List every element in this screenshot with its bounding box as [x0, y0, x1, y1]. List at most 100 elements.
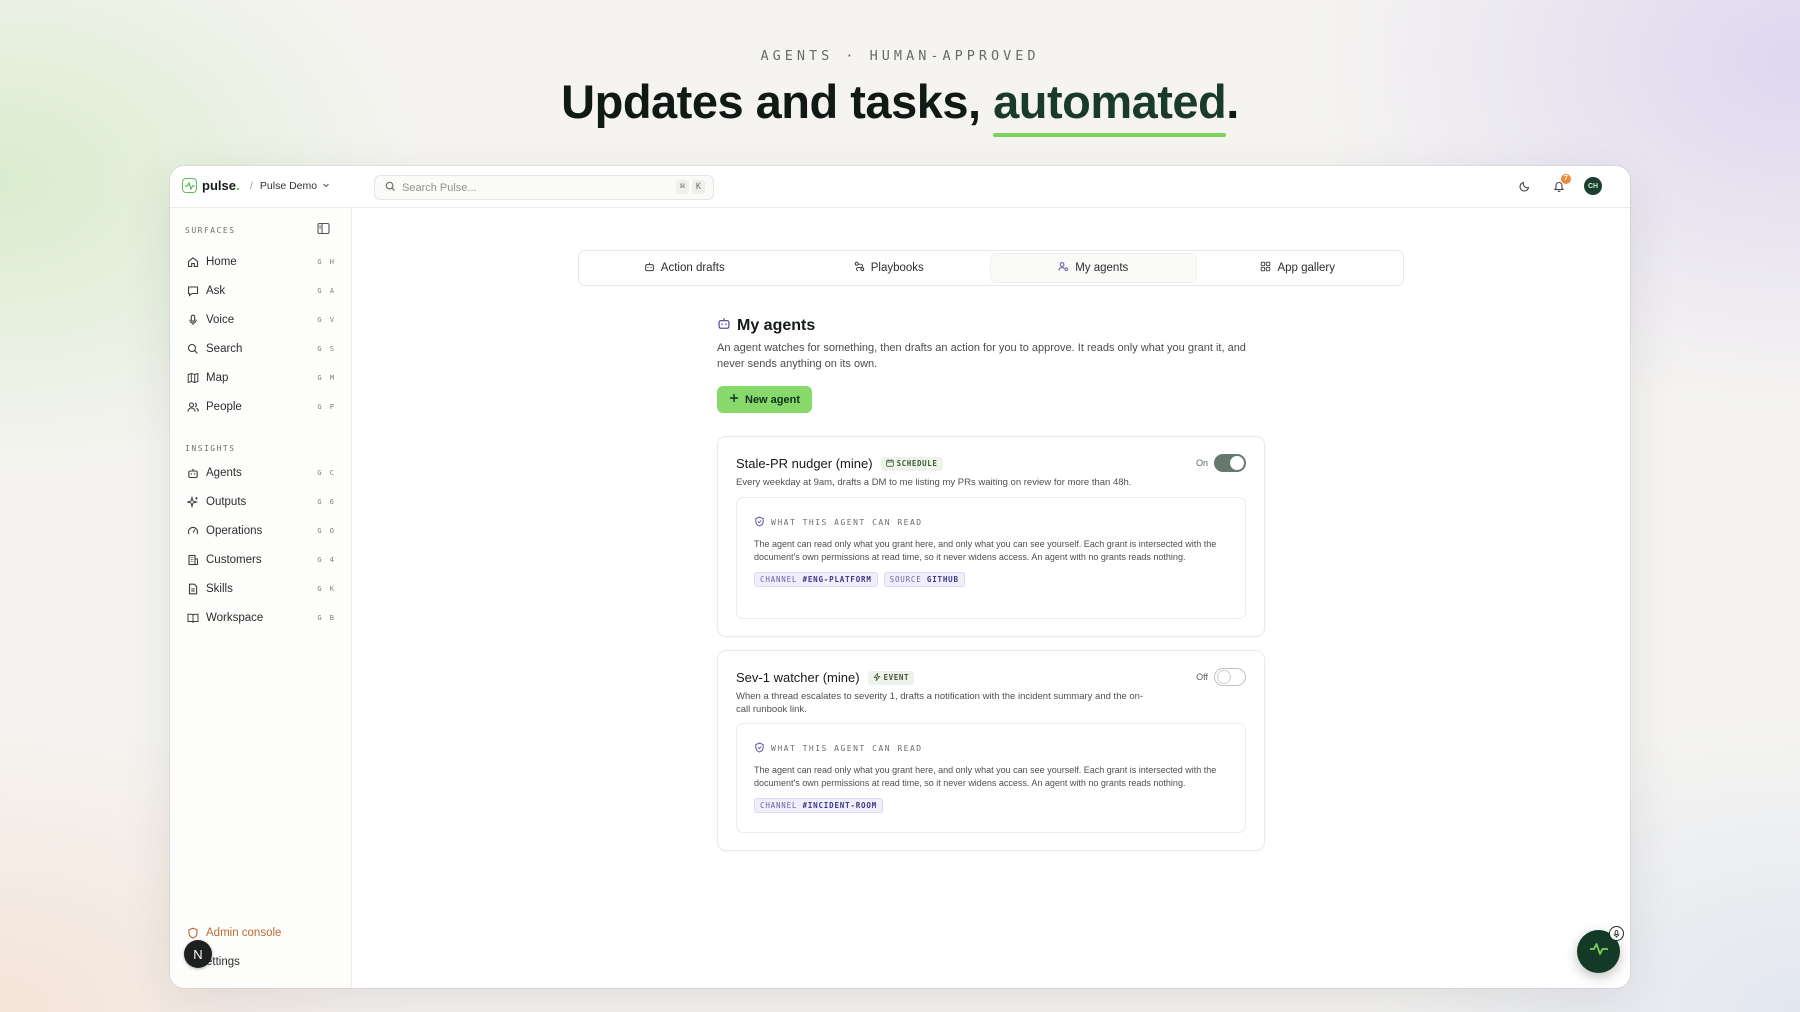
- notifications-bell-icon[interactable]: 7: [1550, 174, 1571, 195]
- kbd-cmd: ⌘: [675, 180, 689, 194]
- app-window: pulse. / Pulse Demo ⌘ K 7: [170, 166, 1630, 988]
- tab-playbooks[interactable]: Playbooks: [787, 254, 992, 282]
- tab-action-drafts[interactable]: Action drafts: [582, 254, 787, 282]
- shortcut-hint: G M: [317, 374, 336, 382]
- shortcut-hint: G H: [317, 258, 336, 266]
- grant-value: #ENG-PLATFORM: [802, 575, 872, 584]
- agent-card-header: Sev-1 watcher (mine) EVENT: [736, 670, 915, 685]
- workspace-switcher[interactable]: / Pulse Demo: [250, 180, 330, 192]
- chevron-down-icon: [322, 180, 330, 192]
- status-label: Off: [1196, 672, 1208, 682]
- search-icon: [385, 179, 396, 197]
- sidebar-item-agents[interactable]: Agents G C: [186, 462, 336, 484]
- grant-chip[interactable]: SOURCE GITHUB: [883, 572, 965, 587]
- tab-label: Playbooks: [870, 262, 924, 274]
- agent-description: When a thread escalates to severity 1, d…: [736, 691, 1144, 715]
- agent-read-scope: WHAT THIS AGENT CAN READ The agent can r…: [736, 723, 1246, 833]
- view-tabs: Action drafts Playbooks My agents App ga…: [578, 250, 1404, 286]
- sidebar-item-people[interactable]: People G P: [186, 396, 336, 418]
- shortcut-hint: G 4: [317, 556, 336, 564]
- sidebar-item-skills[interactable]: Skills G K: [186, 578, 336, 600]
- sidebar-item-label: Admin console: [206, 927, 282, 939]
- pulse-logo-icon: [182, 178, 197, 193]
- gauge-icon: [186, 524, 200, 538]
- shortcut-hint: G V: [317, 316, 336, 324]
- toggle-knob: [1217, 670, 1231, 684]
- workspace-name: Pulse Demo: [259, 180, 318, 192]
- shortcut-hint: G 6: [317, 498, 336, 506]
- grant-chip[interactable]: CHANNEL #INCIDENT-ROOM: [754, 798, 883, 813]
- tab-my-agents[interactable]: My agents: [991, 254, 1196, 282]
- bot-icon: [186, 466, 200, 480]
- pulse-assistant-button[interactable]: [1577, 926, 1624, 973]
- agent-card-header: Stale-PR nudger (mine) SCHEDULE: [736, 456, 943, 471]
- read-scope-heading: WHAT THIS AGENT CAN READ: [754, 516, 1228, 529]
- grant-value: GITHUB: [926, 575, 959, 584]
- mic-icon[interactable]: [1609, 926, 1624, 941]
- sidebar-item-admin-console[interactable]: Admin console: [186, 922, 336, 944]
- grant-chip[interactable]: CHANNEL #ENG-PLATFORM: [754, 572, 878, 587]
- tab-label: App gallery: [1277, 262, 1336, 274]
- tab-label: Action drafts: [660, 262, 725, 274]
- sidebar-item-map[interactable]: Map G M: [186, 367, 336, 389]
- sidebar-item-home[interactable]: Home G H: [186, 251, 336, 273]
- logo-dot: .: [235, 178, 240, 193]
- sidebar-collapse-icon[interactable]: [317, 222, 331, 236]
- notification-count-badge: 7: [1561, 174, 1571, 184]
- agent-card: Sev-1 watcher (mine) EVENT When a thread…: [717, 650, 1265, 851]
- grant-list: CHANNEL #ENG-PLATFORM SOURCE GITHUB: [754, 572, 1228, 587]
- shield-icon: [186, 926, 200, 940]
- read-scope-heading-text: WHAT THIS AGENT CAN READ: [771, 744, 923, 753]
- grant-list: CHANNEL #INCIDENT-ROOM: [754, 798, 1228, 813]
- search-bar[interactable]: ⌘ K: [374, 175, 714, 200]
- sidebar-item-label: Outputs: [206, 496, 247, 508]
- sidebar-item-label: Skills: [206, 583, 233, 595]
- shortcut-hint: G B: [317, 614, 336, 622]
- logo[interactable]: pulse.: [182, 178, 240, 193]
- tab-app-gallery[interactable]: App gallery: [1196, 254, 1401, 282]
- page-description: An agent watches for something, then dra…: [717, 342, 1246, 370]
- hero-title-main: Updates and tasks,: [561, 75, 994, 128]
- sidebar-heading-insights: INSIGHTS: [185, 444, 236, 453]
- agent-enabled-toggle[interactable]: [1214, 668, 1246, 686]
- people-icon: [186, 400, 200, 414]
- shortcut-hint: G O: [317, 527, 336, 535]
- sidebar-item-label: Operations: [206, 525, 263, 537]
- bot-icon: [644, 261, 655, 275]
- bolt-icon: [873, 671, 881, 683]
- shortcut-hint: G K: [317, 585, 336, 593]
- sidebar-item-label: Search: [206, 343, 243, 355]
- sidebar-item-customers[interactable]: Customers G 4: [186, 549, 336, 571]
- new-agent-label: New agent: [745, 393, 801, 406]
- hero-title-end: .: [1226, 75, 1239, 128]
- page-title: My agents: [717, 316, 1269, 335]
- sidebar-item-voice[interactable]: Voice G V: [186, 309, 336, 331]
- sidebar-item-ask[interactable]: Ask G A: [186, 280, 336, 302]
- search-input[interactable]: [402, 181, 662, 194]
- sparkle-icon: [186, 495, 200, 509]
- shortcut-hint: G C: [317, 469, 336, 477]
- topbar-actions: 7 CH: [1516, 174, 1602, 195]
- agent-enabled-toggle[interactable]: [1214, 454, 1246, 472]
- sidebar-item-workspace[interactable]: Workspace G B: [186, 607, 336, 629]
- trigger-label: SCHEDULE: [896, 459, 938, 468]
- trigger-label: EVENT: [883, 673, 910, 682]
- sidebar-item-label: People: [206, 401, 242, 413]
- agent-name[interactable]: Sev-1 watcher (mine): [736, 670, 860, 685]
- book-icon: [186, 611, 200, 625]
- home-icon: [186, 255, 200, 269]
- theme-toggle-moon-icon[interactable]: [1516, 177, 1534, 195]
- avatar[interactable]: CH: [1584, 177, 1602, 195]
- sidebar-item-outputs[interactable]: Outputs G 6: [186, 491, 336, 513]
- grid-icon: [1260, 261, 1271, 275]
- tab-label: My agents: [1075, 262, 1129, 274]
- route-icon: [854, 261, 865, 275]
- topbar: pulse. / Pulse Demo ⌘ K 7: [170, 166, 1630, 208]
- sidebar-item-label: Voice: [206, 314, 235, 326]
- new-agent-button[interactable]: New agent: [717, 386, 813, 413]
- sidebar-item-label: Agents: [206, 467, 242, 479]
- sidebar-item-operations[interactable]: Operations G O: [186, 520, 336, 542]
- agent-name[interactable]: Stale-PR nudger (mine): [736, 456, 873, 471]
- sidebar-item-search[interactable]: Search G S: [186, 338, 336, 360]
- n-avatar-badge[interactable]: N: [184, 940, 212, 968]
